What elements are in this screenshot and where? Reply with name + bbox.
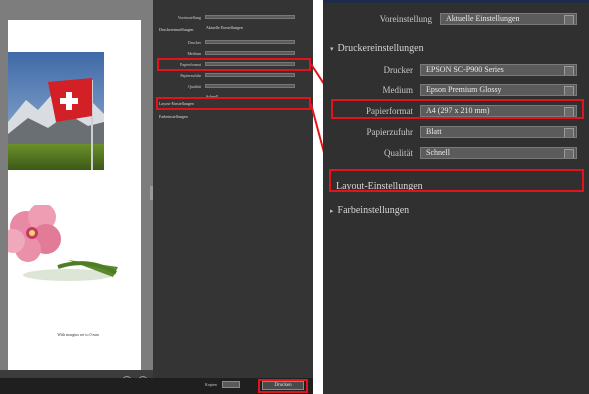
printer-section-small[interactable]: Druckereinstellungen [159,27,193,32]
copies-field[interactable] [222,381,240,388]
disclosure-triangle-icon: ▾ [330,45,334,53]
media-label: Medium [382,85,414,95]
chevron-down-icon [564,15,574,24]
color-section-header[interactable]: ▸ Farbeinstellungen [330,200,409,218]
media-label-small: Medium [187,51,201,56]
highlight-paper-format [331,99,584,119]
highlight-print-button [258,379,308,393]
preset-label: Voreinstellung [379,14,432,24]
media-select-small[interactable]: Epson Premium Glossy [205,51,295,66]
print-settings-panel-small: Voreinstellung Aktuelle Einstellungen Dr… [153,0,313,380]
paper-source-label: Papierzufuhr [366,127,413,137]
swiss-flag-image [8,52,104,170]
paper-preview: With margins set to 0 mm [1,20,141,370]
preset-label-small: Voreinstellung [177,15,201,20]
color-section-title: Farbeinstellungen [337,205,410,216]
print-settings-panel-zoom [323,0,589,394]
printer-section-title: Druckereinstellungen [337,43,424,54]
printer-label: Drucker [383,65,413,75]
paper-source-select[interactable]: Blatt [420,126,577,138]
swiss-flag-photo [8,52,104,170]
quality-select[interactable]: Schnell [420,147,577,159]
highlight-layout-section-small [156,97,311,110]
color-section-small[interactable]: Farbeinstellungen [159,114,188,119]
printer-select[interactable]: EPSON SC-P900 Series [420,64,577,76]
preset-select-small[interactable]: Aktuelle Einstellungen [205,15,295,30]
quality-label: Qualität [384,148,413,158]
chevron-down-icon [564,86,574,95]
paper-source-label-small: Papierzufuhr [180,73,201,78]
printer-select-small[interactable]: EPSON SC-P900 Series [205,40,295,55]
panel-top-border [323,0,589,3]
preview-caption: With margins set to 0 mm [57,332,99,337]
copies-label: Kopien [205,382,217,387]
highlight-layout-section [329,169,584,192]
quality-label-small: Qualität [188,84,201,89]
printer-label-small: Drucker [187,40,201,45]
flower-image [1,203,118,281]
preset-select[interactable]: Aktuelle Einstellungen [440,13,577,25]
disclosure-triangle-icon: ▸ [330,207,334,215]
highlight-paper-format-small [157,58,311,71]
chevron-down-icon [564,128,574,137]
chevron-down-icon [564,149,574,158]
chevron-down-icon [564,66,574,75]
printer-section-header[interactable]: ▾ Druckereinstellungen [330,38,424,56]
media-select[interactable]: Epson Premium Glossy [420,84,577,96]
paper-source-select-small[interactable]: Blatt [205,73,295,88]
quality-select-small[interactable]: Schnell [205,84,295,99]
flower-photo [1,203,141,305]
